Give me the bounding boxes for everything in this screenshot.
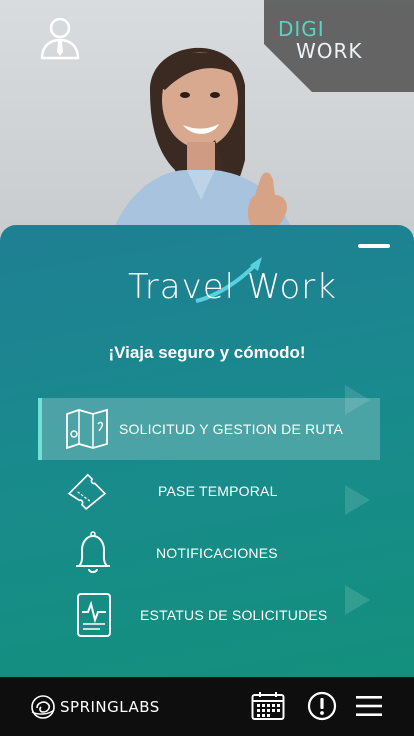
springlabs-swirl-icon bbox=[31, 695, 55, 719]
hero-photo: DIGI WORK bbox=[0, 0, 414, 240]
menu-label-notifications: NOTIFICACIONES bbox=[156, 545, 278, 561]
menu-label-route-request: SOLICITUD Y GESTION DE RUTA bbox=[119, 421, 343, 437]
panel-drag-handle[interactable] bbox=[358, 244, 390, 248]
calendar-button[interactable] bbox=[251, 689, 285, 723]
bottom-nav-bar: SPRINGLABS bbox=[0, 677, 414, 736]
alert-button[interactable] bbox=[305, 689, 339, 723]
tagline: ¡Viaja seguro y cómodo! bbox=[108, 343, 306, 362]
menu-label-temporary-pass: PASE TEMPORAL bbox=[158, 483, 278, 499]
user-profile-button[interactable] bbox=[38, 16, 82, 60]
alert-icon bbox=[307, 691, 337, 721]
springlabs-logo: SPRINGLABS bbox=[30, 694, 160, 720]
menu-item-notifications[interactable]: NOTIFICACIONES bbox=[38, 522, 380, 584]
menu-item-temporary-pass[interactable]: PASE TEMPORAL bbox=[38, 460, 380, 522]
menu-label-request-status: ESTATUS DE SOLICITUDES bbox=[140, 607, 328, 623]
logo-text: Travel Work bbox=[128, 267, 337, 307]
brand-work: WORK bbox=[296, 39, 363, 63]
hamburger-menu-button[interactable] bbox=[352, 689, 386, 723]
menu-item-route-request[interactable]: SOLICITUD Y GESTION DE RUTA bbox=[38, 398, 380, 460]
ticket-icon bbox=[64, 468, 110, 514]
brand-digi: DIGI bbox=[278, 17, 325, 41]
bell-icon bbox=[70, 530, 116, 576]
map-route-icon bbox=[64, 406, 110, 452]
calendar-icon bbox=[251, 692, 285, 720]
digiwork-logo: DIGI WORK bbox=[278, 18, 388, 62]
hamburger-menu-icon bbox=[356, 696, 382, 716]
menu-item-request-status[interactable]: ESTATUS DE SOLICITUDES bbox=[38, 584, 380, 646]
springlabs-label: SPRINGLABS bbox=[60, 698, 160, 716]
main-panel: Travel Work ¡Viaja seguro y cómodo! SOLI… bbox=[0, 225, 414, 677]
status-report-icon bbox=[72, 592, 118, 638]
user-tie-icon bbox=[40, 17, 80, 60]
